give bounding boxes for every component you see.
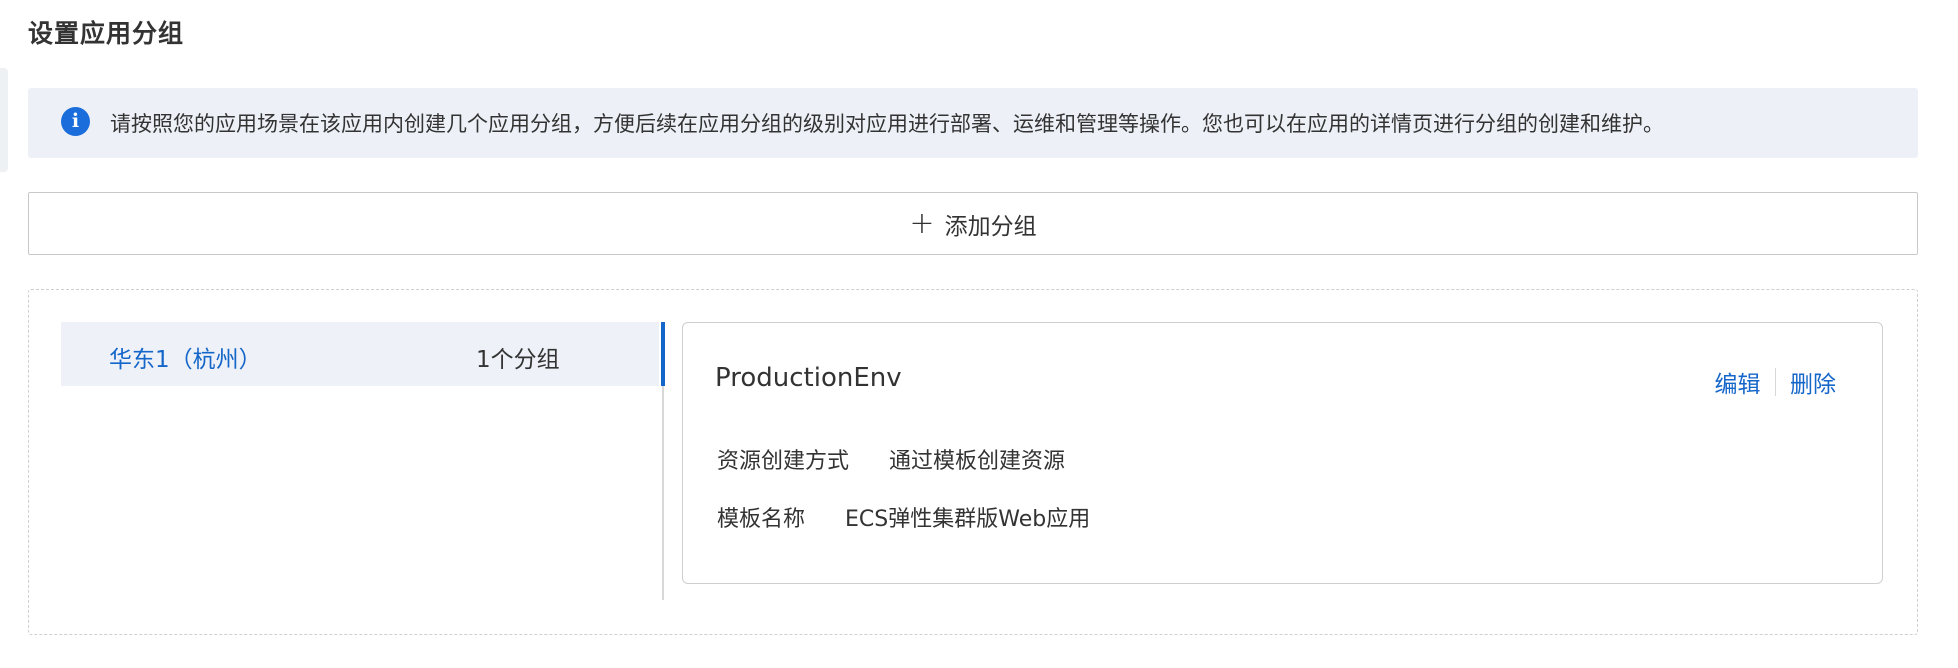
field-value: ECS弹性集群版Web应用 [845, 507, 1091, 532]
info-icon: i [61, 107, 90, 136]
notice-text: 请按照您的应用场景在该应用内创建几个应用分组，方便后续在应用分组的级别对应用进行… [110, 112, 1664, 136]
add-group-button[interactable]: + 添加分组 [28, 192, 1918, 255]
region-group-count: 1个分组 [476, 347, 560, 373]
field-label: 资源创建方式 [717, 449, 850, 474]
action-separator [1774, 368, 1776, 396]
field-template-name: 模板名称 ECS弹性集群版Web应用 [717, 501, 1090, 533]
field-label: 模板名称 [717, 507, 806, 532]
card-actions: 编辑 删除 [1715, 365, 1836, 399]
group-card: ProductionEnv 编辑 删除 资源创建方式 通过模板创建资源 模板名称 E… [682, 322, 1883, 584]
add-group-label: 添加分组 [944, 213, 1037, 240]
left-edge-decoration [0, 68, 8, 172]
region-active-indicator [661, 322, 665, 386]
field-value: 通过模板创建资源 [889, 449, 1066, 474]
delete-link[interactable]: 删除 [1790, 365, 1836, 399]
edit-link[interactable]: 编辑 [1715, 365, 1761, 399]
group-panel: 华东1（杭州） 1个分组 ProductionEnv 编辑 删除 资源创建方式 通… [28, 289, 1918, 635]
info-notice: i 请按照您的应用场景在该应用内创建几个应用分组，方便后续在应用分组的级别对应用… [28, 88, 1918, 158]
region-item-hangzhou[interactable]: 华东1（杭州） 1个分组 [61, 322, 659, 386]
region-name: 华东1（杭州） [109, 347, 262, 373]
group-name: ProductionEnv [715, 363, 902, 393]
field-resource-method: 资源创建方式 通过模板创建资源 [717, 443, 1065, 475]
plus-icon: + [909, 205, 935, 241]
page-title: 设置应用分组 [28, 19, 185, 48]
